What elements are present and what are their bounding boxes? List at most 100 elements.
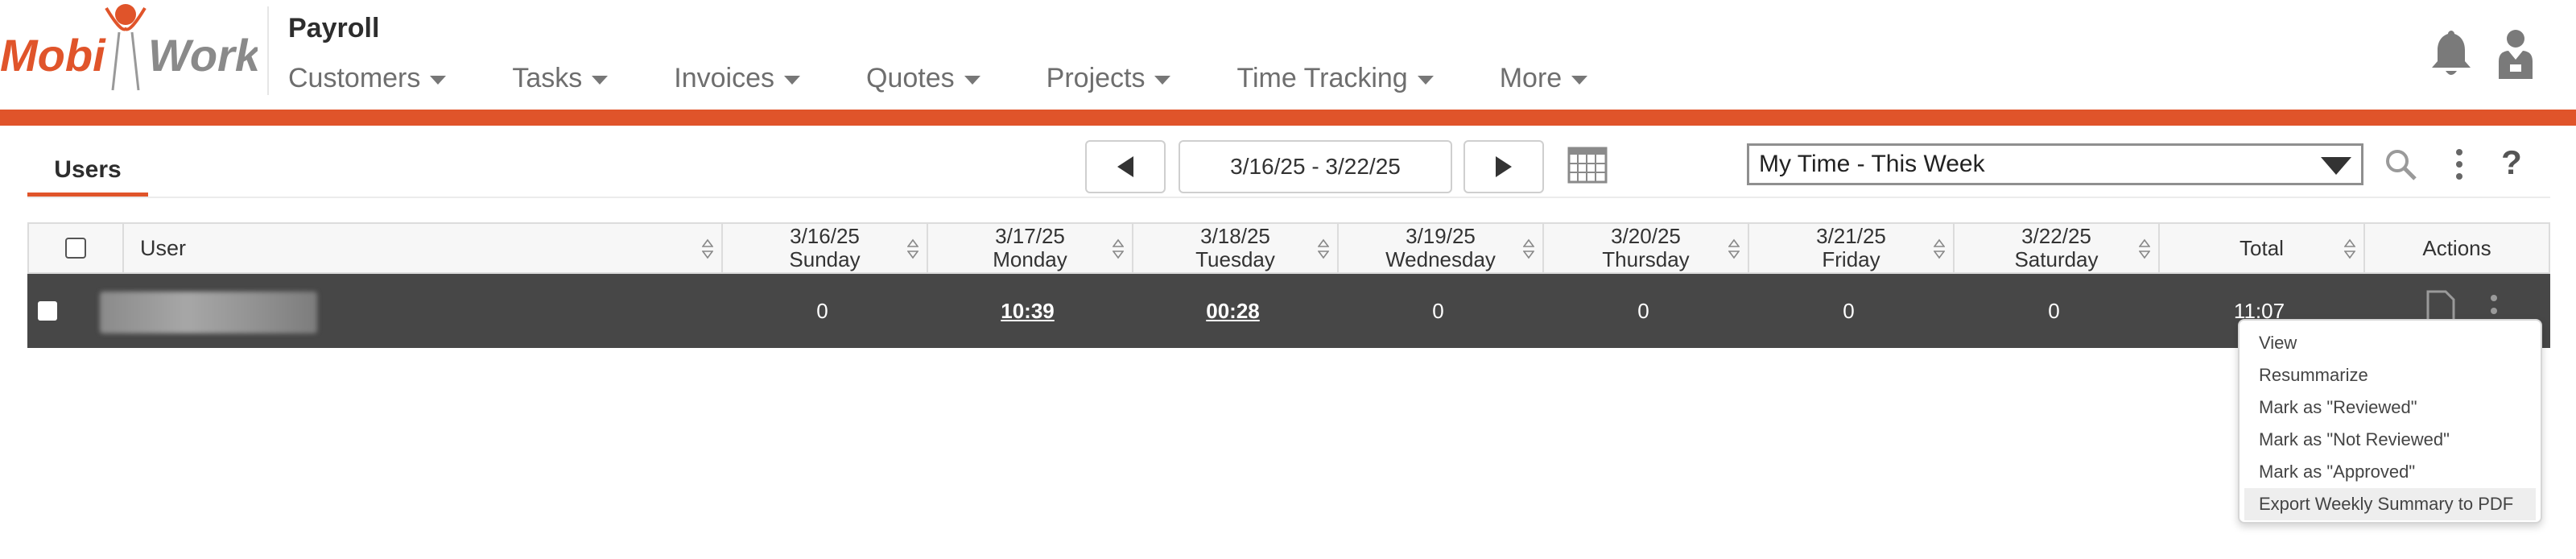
tab-users[interactable]: Users xyxy=(27,145,148,197)
row-checkbox[interactable] xyxy=(38,301,57,321)
kebab-menu-icon[interactable] xyxy=(2447,147,2471,182)
header-date: 3/17/25 xyxy=(995,224,1065,248)
nav-quotes[interactable]: Quotes xyxy=(866,63,980,94)
header-date: 3/18/25 xyxy=(1200,224,1270,248)
header-saturday[interactable]: 3/22/25 Saturday xyxy=(1953,224,2158,272)
header-wednesday[interactable]: 3/19/25 Wednesday xyxy=(1337,224,1542,272)
sort-icon xyxy=(2139,238,2150,259)
header-monday[interactable]: 3/17/25 Monday xyxy=(927,224,1132,272)
date-range-button[interactable]: 3/16/25 - 3/22/25 xyxy=(1179,140,1452,193)
row-select-cell xyxy=(27,274,68,348)
cell-sunday: 0 xyxy=(816,298,828,323)
header-accent-bar xyxy=(0,110,2576,126)
table-row[interactable]: 0 10:39 00:28 0 0 0 0 11:07 xyxy=(27,274,2550,348)
search-icon[interactable] xyxy=(2383,147,2418,182)
sort-icon xyxy=(702,238,713,259)
row-actions-menu: View Resummarize Mark as "Reviewed" Mark… xyxy=(2238,319,2542,524)
header-friday[interactable]: 3/21/25 Friday xyxy=(1748,224,1953,272)
sort-icon xyxy=(2344,238,2355,259)
page: Mobi Work Payroll Customers Tasks Invoic… xyxy=(0,0,2576,559)
cell-monday: 10:39 xyxy=(925,274,1130,348)
select-all-checkbox[interactable] xyxy=(65,238,86,259)
time-filter-select[interactable]: My Time - This Week xyxy=(1747,143,2363,185)
cell-thursday: 0 xyxy=(1637,298,1649,323)
chevron-down-icon xyxy=(1417,75,1434,85)
time-filter-value: My Time - This Week xyxy=(1759,151,1985,177)
chevron-down-icon xyxy=(1571,75,1588,85)
chevron-down-icon xyxy=(592,75,609,85)
header-actions-label: Actions xyxy=(2422,235,2491,260)
header-day: Tuesday xyxy=(1195,247,1275,271)
dropdown-caret-icon xyxy=(2321,157,2351,175)
tuesday-hours-link[interactable]: 00:28 xyxy=(1206,299,1260,324)
header-date: 3/20/25 xyxy=(1611,224,1681,248)
chevron-down-icon xyxy=(1154,75,1171,85)
header-actions: Actions xyxy=(2363,224,2549,272)
chevron-down-icon xyxy=(964,75,980,85)
sort-icon xyxy=(1728,238,1740,259)
header-day: Saturday xyxy=(2014,247,2099,271)
header-user[interactable]: User xyxy=(122,224,721,272)
previous-week-button[interactable] xyxy=(1085,140,1166,193)
chevron-down-icon xyxy=(430,75,447,85)
menu-item-export-pdf[interactable]: Export Weekly Summary to PDF xyxy=(2244,488,2536,520)
cell-saturday: 0 xyxy=(2048,298,2060,323)
timesheet-table: User 3/16/25 Sunday 3/17/25 Monday 3/18/… xyxy=(27,222,2550,348)
header-total-label: Total xyxy=(2240,235,2284,260)
svg-text:Mobi: Mobi xyxy=(0,30,106,81)
user-name-redacted[interactable] xyxy=(100,292,317,333)
header-day: Sunday xyxy=(789,247,861,271)
header-select-all-cell xyxy=(29,224,122,272)
help-icon[interactable]: ? xyxy=(2496,143,2528,184)
nav-tasks[interactable]: Tasks xyxy=(512,62,609,94)
header-day: Friday xyxy=(1822,247,1880,271)
nav-time-tracking[interactable]: Time Tracking xyxy=(1236,62,1434,94)
nav-quotes-label: Quotes xyxy=(866,62,955,93)
nav-invoices-label: Invoices xyxy=(674,62,775,93)
header-date: 3/19/25 xyxy=(1406,224,1476,248)
user-profile-icon[interactable] xyxy=(2496,27,2536,81)
header-sunday[interactable]: 3/16/25 Sunday xyxy=(721,224,927,272)
menu-item-mark-not-reviewed[interactable]: Mark as "Not Reviewed" xyxy=(2240,424,2541,456)
nav-invoices[interactable]: Invoices xyxy=(674,62,801,94)
sort-icon xyxy=(1523,238,1534,259)
toolbar: Users 3/16/25 - 3/22/25 My Time - This W… xyxy=(0,126,2576,200)
app-header: Mobi Work Payroll Customers Tasks Invoic… xyxy=(0,0,2576,110)
next-week-button[interactable] xyxy=(1463,140,1544,193)
header-thursday[interactable]: 3/20/25 Thursday xyxy=(1542,224,1748,272)
menu-item-view[interactable]: View xyxy=(2240,327,2541,359)
header-user-label: User xyxy=(140,235,187,260)
header-total[interactable]: Total xyxy=(2158,224,2363,272)
header-date: 3/21/25 xyxy=(1816,224,1886,248)
header-date: 3/16/25 xyxy=(790,224,860,248)
nav-tasks-label: Tasks xyxy=(512,62,583,93)
main-nav: Customers Tasks Invoices Quotes Projects… xyxy=(288,58,1653,98)
nav-more-label: More xyxy=(1499,62,1563,93)
prev-arrow-icon xyxy=(1117,156,1133,177)
nav-more[interactable]: More xyxy=(1499,62,1588,94)
calendar-icon[interactable] xyxy=(1567,143,1608,185)
chevron-down-icon xyxy=(784,75,801,85)
menu-item-mark-reviewed[interactable]: Mark as "Reviewed" xyxy=(2240,391,2541,424)
bell-icon[interactable] xyxy=(2428,27,2475,79)
svg-text:Work: Work xyxy=(148,30,258,81)
mobiwork-logo[interactable]: Mobi Work xyxy=(0,0,258,100)
menu-item-mark-approved[interactable]: Mark as "Approved" xyxy=(2240,456,2541,488)
sort-icon xyxy=(1318,238,1329,259)
nav-time-tracking-label: Time Tracking xyxy=(1236,62,1408,93)
menu-item-resummarize[interactable]: Resummarize xyxy=(2240,359,2541,391)
header-day: Wednesday xyxy=(1385,247,1496,271)
sort-icon xyxy=(907,238,919,259)
next-arrow-icon xyxy=(1496,156,1512,177)
sort-icon xyxy=(1113,238,1124,259)
logo-separator xyxy=(267,6,269,95)
nav-customers-label: Customers xyxy=(288,62,421,93)
cell-wednesday: 0 xyxy=(1432,298,1444,323)
page-title: Payroll xyxy=(288,13,380,43)
table-header: User 3/16/25 Sunday 3/17/25 Monday 3/18/… xyxy=(27,222,2550,274)
nav-projects[interactable]: Projects xyxy=(1046,63,1171,94)
cell-tuesday: 00:28 xyxy=(1130,274,1335,348)
monday-hours-link[interactable]: 10:39 xyxy=(1001,299,1055,324)
nav-customers[interactable]: Customers xyxy=(288,62,447,94)
header-tuesday[interactable]: 3/18/25 Tuesday xyxy=(1132,224,1337,272)
